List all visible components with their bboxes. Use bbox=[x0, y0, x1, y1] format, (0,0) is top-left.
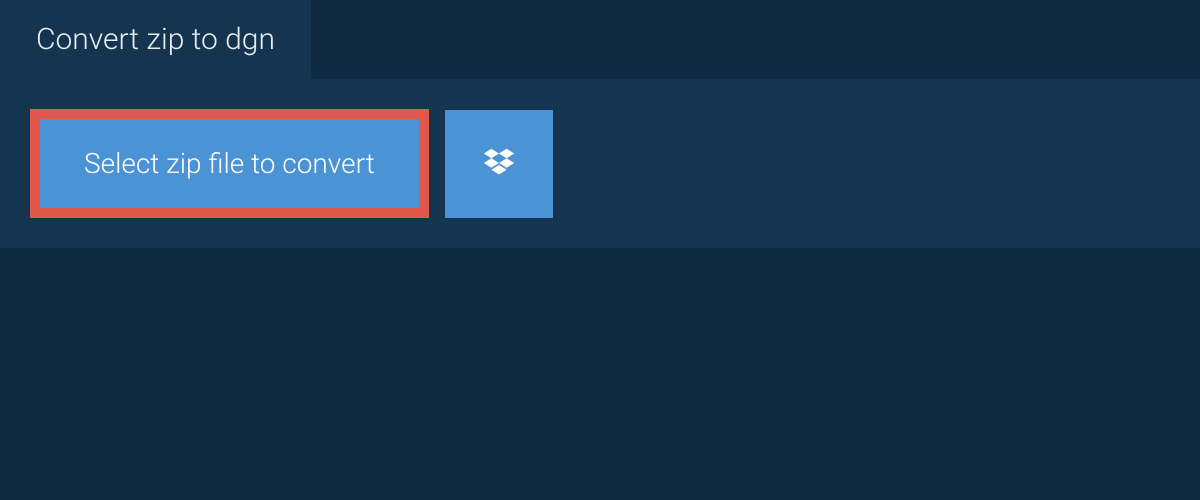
dropbox-icon bbox=[480, 145, 518, 183]
tab-bar: Convert zip to dgn bbox=[0, 0, 1200, 79]
conversion-panel: Select zip file to convert bbox=[0, 79, 1200, 248]
tab-convert[interactable]: Convert zip to dgn bbox=[0, 0, 311, 79]
tab-label: Convert zip to dgn bbox=[36, 22, 275, 57]
dropbox-button[interactable] bbox=[445, 110, 553, 218]
select-file-button[interactable]: Select zip file to convert bbox=[30, 109, 429, 218]
select-file-label: Select zip file to convert bbox=[84, 147, 375, 180]
